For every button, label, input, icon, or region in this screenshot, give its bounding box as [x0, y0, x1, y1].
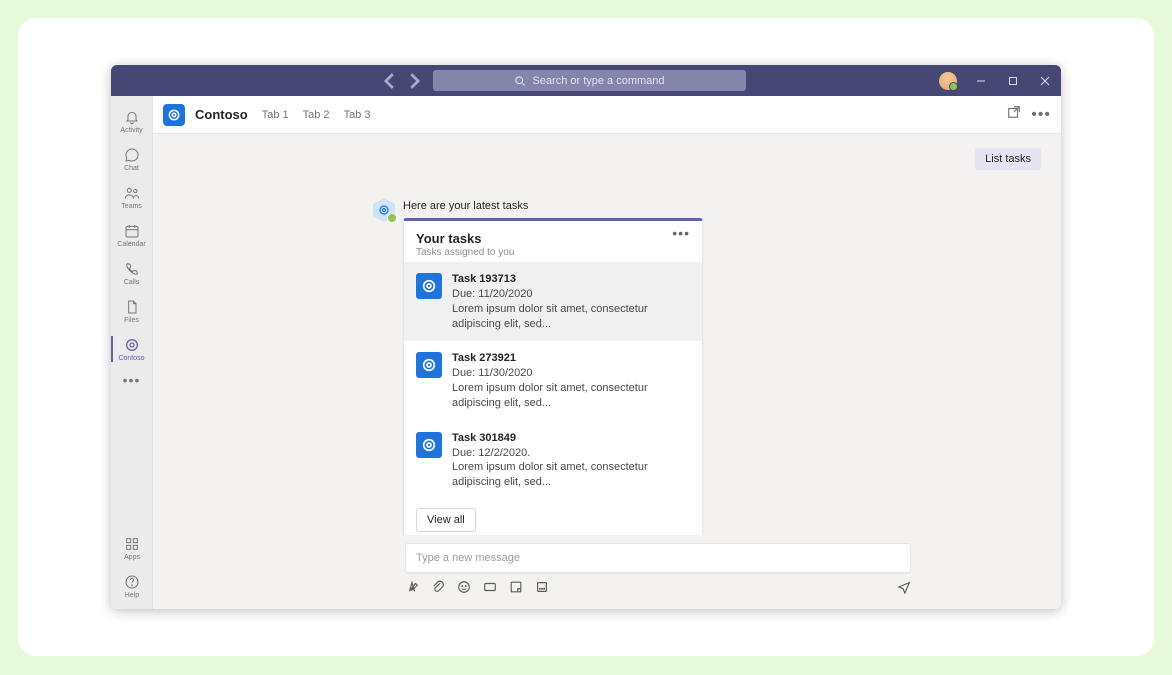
- more-actions-button[interactable]: [535, 580, 549, 599]
- popout-button[interactable]: [1007, 105, 1021, 124]
- gif-icon: [483, 580, 497, 594]
- task-icon: [416, 273, 442, 299]
- rail-item-help[interactable]: Help: [111, 567, 153, 605]
- task-title: Task 193713: [452, 272, 690, 287]
- task-title: Task 273921: [452, 351, 690, 366]
- content-area: Contoso Tab 1 Tab 2 Tab 3 •••: [153, 96, 1061, 609]
- format-button[interactable]: [405, 580, 419, 599]
- popout-icon: [1007, 105, 1021, 119]
- sticker-button[interactable]: [509, 580, 523, 599]
- search-input[interactable]: Search or type a command: [433, 70, 746, 91]
- rail-item-apps[interactable]: Apps: [111, 529, 153, 567]
- contoso-task-icon: [421, 278, 437, 294]
- task-description: Lorem ipsum dolor sit amet, consectetur …: [452, 381, 690, 411]
- rail-label: Apps: [124, 554, 140, 561]
- window-close-button[interactable]: [1029, 65, 1061, 96]
- contoso-icon: [124, 337, 140, 353]
- title-bar: Search or type a command: [111, 65, 1061, 96]
- bot-avatar-icon: [378, 204, 390, 216]
- rail-label: Contoso: [118, 355, 144, 362]
- card-title: Your tasks: [416, 231, 514, 246]
- task-due: Due: 11/20/2020: [452, 287, 690, 302]
- rail-label: Calendar: [117, 241, 145, 248]
- rail-label: Files: [124, 317, 139, 324]
- tasks-card: Your tasks Tasks assigned to you •••: [403, 218, 703, 535]
- bot-intro-text: Here are your latest tasks: [403, 196, 703, 218]
- contoso-task-icon: [421, 437, 437, 453]
- app-rail: Activity Chat Teams Calendar Calls: [111, 96, 153, 609]
- rail-item-calls[interactable]: Calls: [111, 254, 153, 292]
- rail-item-files[interactable]: Files: [111, 292, 153, 330]
- user-message-text: List tasks: [985, 153, 1031, 165]
- view-all-button[interactable]: View all: [416, 508, 476, 532]
- gif-button[interactable]: [483, 580, 497, 599]
- send-button[interactable]: [897, 580, 911, 599]
- attach-button[interactable]: [431, 580, 445, 599]
- rail-label: Teams: [121, 203, 142, 210]
- rail-item-contoso[interactable]: Contoso: [111, 330, 153, 368]
- emoji-icon: [457, 580, 471, 594]
- tab-3[interactable]: Tab 3: [344, 109, 371, 121]
- window-minimize-button[interactable]: [965, 65, 997, 96]
- rail-item-calendar[interactable]: Calendar: [111, 216, 153, 254]
- teams-window: Search or type a command Act: [111, 65, 1061, 609]
- rail-item-teams[interactable]: Teams: [111, 178, 153, 216]
- task-item[interactable]: Task 273921 Due: 11/30/2020 Lorem ipsum …: [404, 341, 702, 420]
- task-title: Task 301849: [452, 431, 690, 446]
- task-icon: [416, 352, 442, 378]
- conversation-pane: List tasks Here are your latest tasks: [153, 134, 1061, 535]
- tab-2[interactable]: Tab 2: [303, 109, 330, 121]
- rail-label: Help: [125, 592, 139, 599]
- emoji-button[interactable]: [457, 580, 471, 599]
- file-icon: [124, 299, 140, 315]
- composer-area: Type a new message: [153, 535, 1061, 609]
- bell-icon: [124, 109, 140, 125]
- rail-more-button[interactable]: •••: [123, 372, 141, 388]
- calendar-icon: [124, 223, 140, 239]
- bot-message-row: Here are your latest tasks Your tasks Ta…: [373, 196, 703, 535]
- message-placeholder: Type a new message: [416, 552, 520, 564]
- tab-1[interactable]: Tab 1: [262, 109, 289, 121]
- rail-item-activity[interactable]: Activity: [111, 102, 153, 140]
- people-icon: [124, 185, 140, 201]
- task-icon: [416, 432, 442, 458]
- current-user-avatar[interactable]: [939, 72, 957, 90]
- sticker-icon: [509, 580, 523, 594]
- contoso-logo-icon: [167, 108, 181, 122]
- bot-avatar: [373, 198, 395, 222]
- message-input[interactable]: Type a new message: [405, 543, 911, 574]
- composer-toolbar: [405, 580, 911, 599]
- app-title: Contoso: [195, 107, 248, 122]
- task-due: Due: 11/30/2020: [452, 366, 690, 381]
- paperclip-icon: [431, 580, 445, 594]
- contoso-task-icon: [421, 357, 437, 373]
- task-item[interactable]: Task 193713 Due: 11/20/2020 Lorem ipsum …: [404, 262, 702, 341]
- send-icon: [897, 580, 911, 594]
- tab-header: Contoso Tab 1 Tab 2 Tab 3 •••: [153, 96, 1061, 134]
- rail-label: Calls: [124, 279, 140, 286]
- nav-forward-button[interactable]: [403, 70, 425, 92]
- chat-icon: [124, 147, 140, 163]
- help-icon: [124, 574, 140, 590]
- user-message-bubble[interactable]: List tasks: [975, 148, 1041, 170]
- rail-label: Activity: [120, 127, 142, 134]
- task-item[interactable]: Task 301849 Due: 12/2/2020. Lorem ipsum …: [404, 421, 702, 500]
- format-icon: [405, 580, 419, 594]
- search-placeholder: Search or type a command: [532, 75, 664, 87]
- window-maximize-button[interactable]: [997, 65, 1029, 96]
- nav-back-button[interactable]: [379, 70, 401, 92]
- task-description: Lorem ipsum dolor sit amet, consectetur …: [452, 460, 690, 490]
- extensions-icon: [535, 580, 549, 594]
- search-icon: [514, 75, 526, 87]
- rail-label: Chat: [124, 165, 139, 172]
- page-background: Search or type a command Act: [18, 18, 1154, 656]
- app-logo: [163, 104, 185, 126]
- card-subtitle: Tasks assigned to you: [416, 247, 514, 258]
- task-due: Due: 12/2/2020.: [452, 446, 690, 461]
- rail-item-chat[interactable]: Chat: [111, 140, 153, 178]
- task-description: Lorem ipsum dolor sit amet, consectetur …: [452, 302, 690, 332]
- apps-icon: [124, 536, 140, 552]
- phone-icon: [124, 261, 140, 277]
- card-more-button[interactable]: •••: [672, 231, 690, 237]
